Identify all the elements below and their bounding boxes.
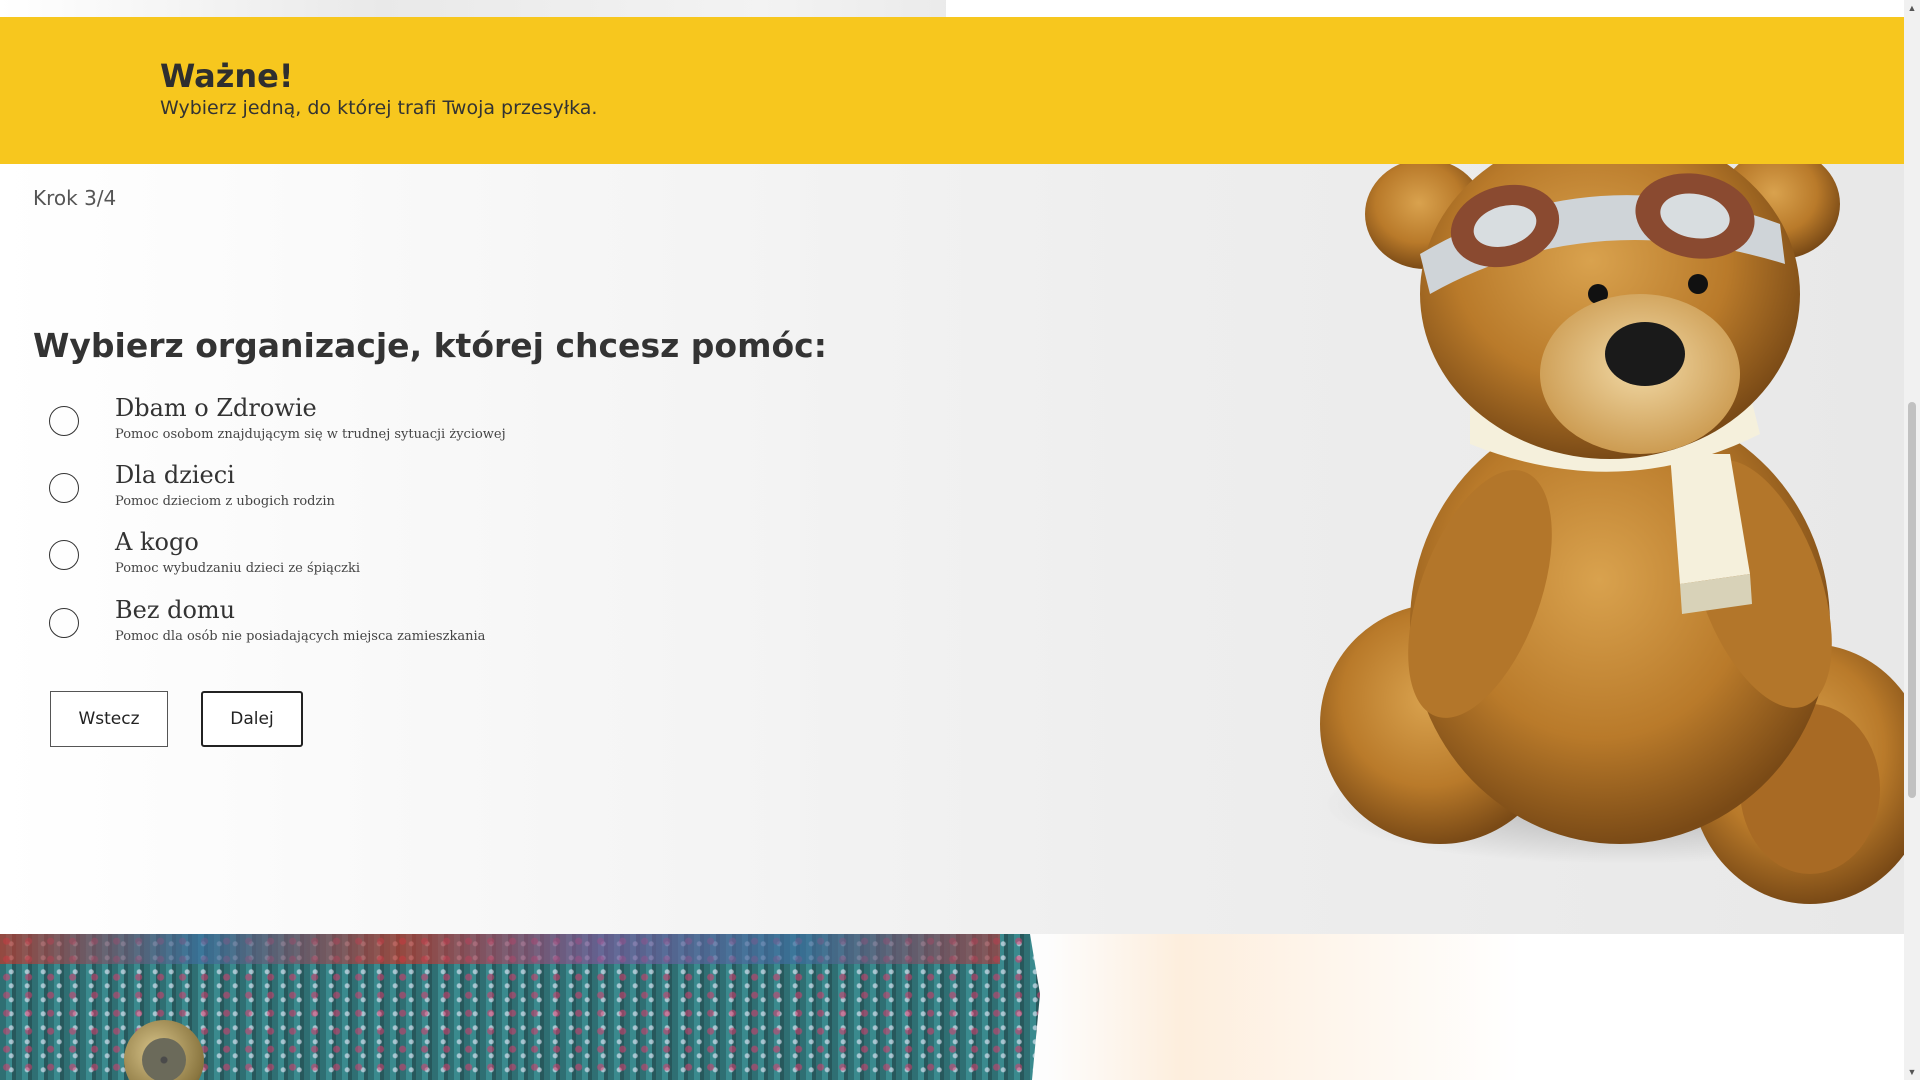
bottom-photo-section	[0, 934, 1904, 1080]
option-description: Pomoc osobom znajdującym się w trudnej s…	[115, 427, 506, 442]
teddy-bear-image	[1290, 164, 1904, 934]
form-section: Krok 3/4 Wybierz organizacje, której chc…	[0, 164, 1904, 934]
option-dla-dzieci[interactable]: Dla dzieci Pomoc dzieciom z ubogich rodz…	[0, 461, 800, 521]
scroll-down-arrow-icon[interactable]: ▼	[1904, 1064, 1920, 1080]
back-button[interactable]: Wstecz	[50, 691, 168, 747]
top-section-strip	[0, 0, 1904, 17]
sweater-top-pattern	[0, 934, 1000, 964]
next-button[interactable]: Dalej	[201, 691, 303, 747]
option-label: Dbam o Zdrowie	[115, 394, 317, 422]
banner-title: Ważne!	[160, 57, 294, 95]
banner-text: Wybierz jedną, do której trafi Twoja prz…	[160, 97, 598, 119]
scroll-thumb[interactable]	[1908, 402, 1916, 798]
option-a-kogo[interactable]: A kogo Pomoc wybudzaniu dzieci ze śpiącz…	[0, 528, 800, 588]
option-bez-domu[interactable]: Bez domu Pomoc dla osób nie posiadającyc…	[0, 596, 800, 656]
radio-button[interactable]	[49, 608, 79, 638]
page-scrollbar[interactable]: ▲ ▼	[1904, 0, 1920, 1080]
radio-button[interactable]	[49, 406, 79, 436]
notice-banner: Ważne! Wybierz jedną, do której trafi Tw…	[0, 17, 1904, 164]
option-description: Pomoc wybudzaniu dzieci ze śpiączki	[115, 561, 361, 576]
top-white-area	[946, 0, 1904, 17]
option-label: A kogo	[115, 528, 199, 556]
radio-button[interactable]	[49, 540, 79, 570]
option-label: Bez domu	[115, 596, 236, 624]
option-description: Pomoc dzieciom z ubogich rodzin	[115, 494, 335, 509]
scroll-up-arrow-icon[interactable]: ▲	[1904, 0, 1920, 16]
step-indicator: Krok 3/4	[33, 186, 117, 210]
option-description: Pomoc dla osób nie posiadających miejsca…	[115, 629, 486, 644]
radio-button[interactable]	[49, 473, 79, 503]
form-question: Wybierz organizacje, której chcesz pomóc…	[33, 326, 827, 365]
option-label: Dla dzieci	[115, 461, 235, 489]
option-dbam-o-zdrowie[interactable]: Dbam o Zdrowie Pomoc osobom znajdującym …	[0, 394, 800, 454]
